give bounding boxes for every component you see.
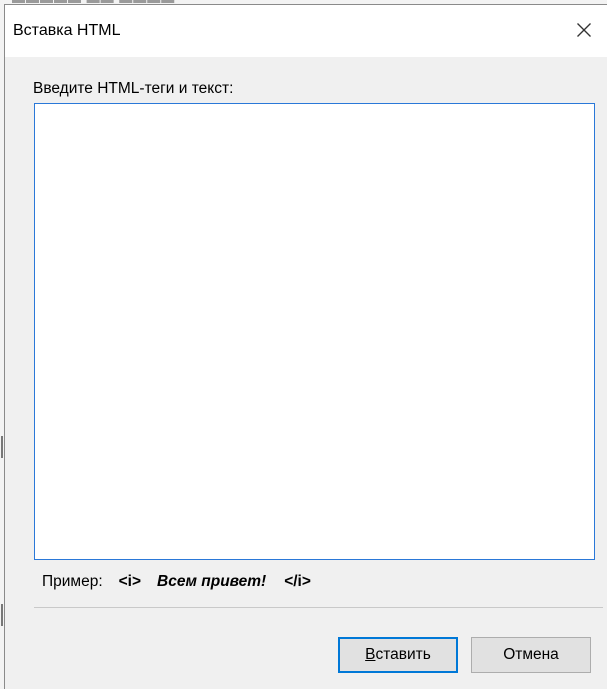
example-label: Пример: xyxy=(42,573,103,590)
dialog-title: Вставка HTML xyxy=(13,22,121,39)
close-button[interactable] xyxy=(561,7,607,53)
background-edge-mark xyxy=(1,436,3,458)
background-edge-mark xyxy=(1,604,3,626)
close-x-icon xyxy=(577,23,591,37)
insert-button-accelerator: В xyxy=(365,646,376,663)
insert-button-label: ставить xyxy=(375,646,431,663)
prompt-label: Введите HTML-теги и текст: xyxy=(33,80,234,97)
html-input-textarea[interactable] xyxy=(34,103,595,560)
example-row: Пример: <i> Всем привет! </i> xyxy=(42,571,311,593)
insert-button[interactable]: Вставить xyxy=(338,637,458,673)
example-close-tag: </i> xyxy=(284,573,311,590)
example-text: Всем привет! xyxy=(157,573,267,590)
title-bar: Вставка HTML xyxy=(5,5,607,57)
insert-html-dialog: Вставка HTML Введите HTML-теги и текст: … xyxy=(4,4,607,689)
background-text-fragment: ▬▬▬▬▬ ▬▬ ▬▬▬▬ xyxy=(12,0,232,6)
separator-line xyxy=(34,607,603,608)
example-open-tag: <i> xyxy=(118,573,142,590)
cancel-button[interactable]: Отмена xyxy=(471,637,591,673)
